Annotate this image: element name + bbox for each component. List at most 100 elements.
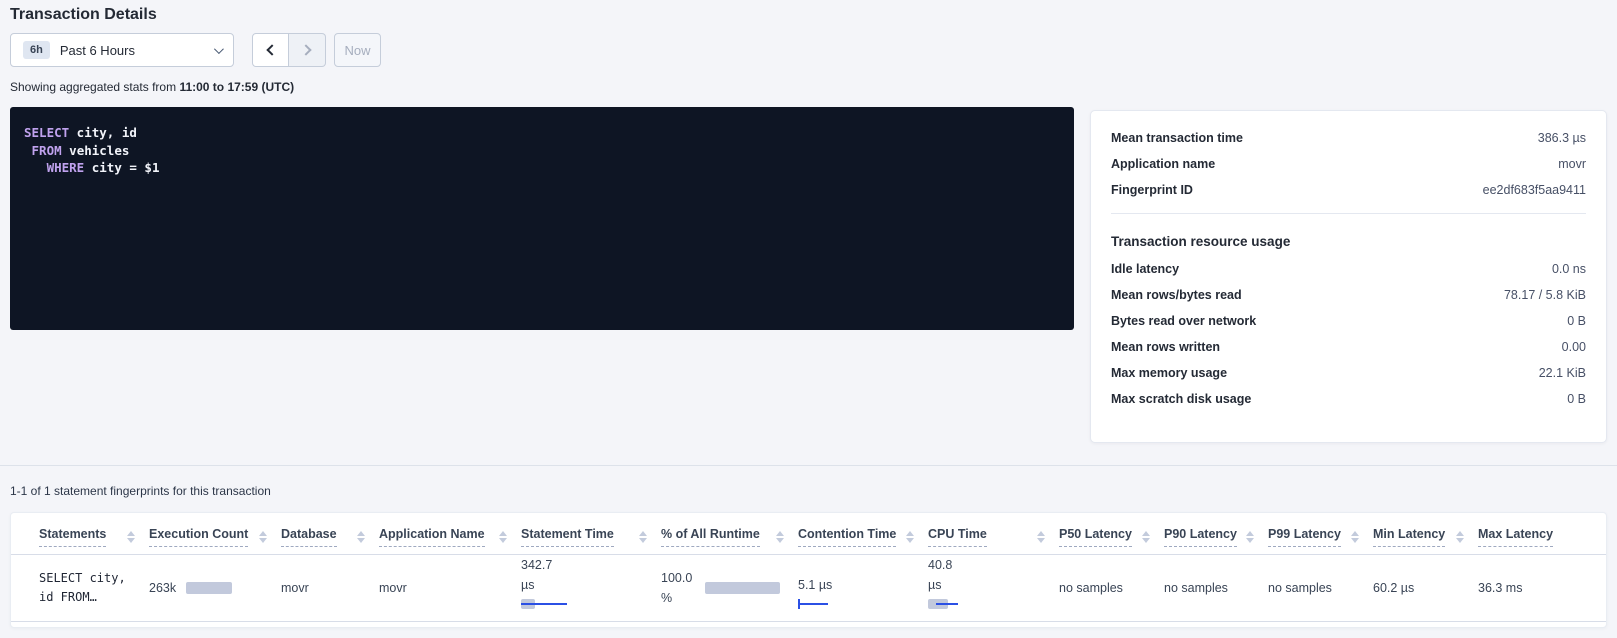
runtime-pct-unit: % [661,588,692,608]
summary-label: Application name [1111,157,1215,171]
column-header-execution-count[interactable]: Execution Count [149,513,281,554]
resource-usage-heading: Transaction resource usage [1111,226,1586,256]
column-header-label: Contention Time [798,527,896,547]
summary-row: Idle latency 0.0 ns [1111,256,1586,282]
summary-label: Mean rows written [1111,340,1220,354]
summary-value: 78.17 / 5.8 KiB [1504,288,1586,302]
section-divider [0,465,1617,466]
statement-line: SELECT city, [39,569,149,588]
sort-icon [357,531,365,543]
contention-time-cell: 5.1 µs [798,554,928,621]
sql-statement: SELECT city, id FROM vehicles WHERE city… [24,124,1060,177]
summary-label: Max memory usage [1111,366,1227,380]
sql-text: city = $1 [84,160,159,175]
time-interval-select[interactable]: 6h Past 6 Hours [10,33,234,67]
summary-label: Bytes read over network [1111,314,1256,328]
column-header-p90-latency[interactable]: P90 Latency [1164,513,1268,554]
p90-latency-cell: no samples [1164,554,1268,621]
sort-icon [259,531,267,543]
column-header-label: Execution Count [149,527,248,547]
column-header-label: P99 Latency [1268,527,1341,547]
database-cell: movr [281,554,379,621]
summary-label: Idle latency [1111,262,1179,276]
column-header-min-latency[interactable]: Min Latency [1373,513,1478,554]
column-header-application-name[interactable]: Application Name [379,513,521,554]
column-header-contention-time[interactable]: Contention Time [798,513,928,554]
column-header-runtime-pct[interactable]: % of All Runtime [661,513,798,554]
column-header-cpu-time[interactable]: CPU Time [928,513,1059,554]
column-header-p50-latency[interactable]: P50 Latency [1059,513,1164,554]
statements-count-caption: 1-1 of 1 statement fingerprints for this… [10,484,271,498]
prev-interval-button[interactable] [252,33,289,67]
min-latency-cell: 60.2 µs [1373,554,1478,621]
column-header-statements[interactable]: Statements [11,513,149,554]
column-header-label: Database [281,527,337,547]
contention-time-bar [798,598,848,610]
table-header-row: Statements Execution Count Database Appl… [11,513,1607,554]
summary-row: Mean transaction time 386.3 µs [1111,125,1586,151]
cpu-time-cell: 40.8 µs [928,554,1059,621]
summary-label: Max scratch disk usage [1111,392,1251,406]
summary-value: 386.3 µs [1538,131,1586,145]
column-header-p99-latency[interactable]: P99 Latency [1268,513,1373,554]
caption-prefix: Showing aggregated stats from [10,80,179,94]
sort-icon [127,531,135,543]
statement-link[interactable]: SELECT city, id FROM… [39,569,149,606]
statements-table-card: Statements Execution Count Database Appl… [10,512,1607,628]
statement-time-cell: 342.7 µs [521,554,661,621]
execution-count-cell: 263k [149,554,281,621]
p50-latency-cell: no samples [1059,554,1164,621]
runtime-pct-bar [705,582,780,594]
sql-keyword: SELECT [24,125,69,140]
column-header-label: Statements [39,527,106,547]
statement-time-value: 342.7 [521,555,661,575]
chevron-right-icon [300,44,311,55]
sort-icon [906,531,914,543]
column-header-max-latency[interactable]: Max Latency [1478,513,1607,554]
sort-icon [639,531,647,543]
summary-value: 22.1 KiB [1539,366,1586,380]
summary-row: Fingerprint ID ee2df683f5aa9411 [1111,177,1586,203]
p99-latency-cell: no samples [1268,554,1373,621]
summary-row: Max scratch disk usage 0 B [1111,386,1586,412]
runtime-pct-value: 100.0 [661,568,692,588]
interval-arrow-group [252,33,326,67]
sort-icon [776,531,784,543]
cpu-time-bar [928,598,978,610]
column-header-database[interactable]: Database [281,513,379,554]
summary-label: Mean rows/bytes read [1111,288,1242,302]
statement-cell: SELECT city, id FROM… [11,554,149,621]
summary-row: Application name movr [1111,151,1586,177]
summary-value: movr [1558,157,1586,171]
summary-value: 0 B [1567,314,1586,328]
summary-value: ee2df683f5aa9411 [1483,183,1586,197]
execution-count-value: 263k [149,581,176,595]
statements-table: Statements Execution Count Database Appl… [11,513,1607,622]
summary-row: Bytes read over network 0 B [1111,308,1586,334]
now-button[interactable]: Now [334,33,381,67]
cpu-time-value: 40.8 [928,555,1059,575]
summary-label: Mean transaction time [1111,131,1243,145]
column-header-statement-time[interactable]: Statement Time [521,513,661,554]
sort-icon [499,531,507,543]
column-header-label: CPU Time [928,527,987,547]
sql-indent [24,143,32,158]
sql-text: vehicles [62,143,130,158]
summary-row: Mean rows written 0.00 [1111,334,1586,360]
summary-value: 0.0 ns [1552,262,1586,276]
summary-value: 0.00 [1562,340,1586,354]
summary-divider [1111,213,1586,214]
summary-row: Max memory usage 22.1 KiB [1111,360,1586,386]
chevron-down-icon [214,44,224,54]
sql-keyword: FROM [32,143,62,158]
time-toolbar: 6h Past 6 Hours Now [10,33,381,67]
column-header-label: % of All Runtime [661,527,760,547]
statement-time-bar [521,598,571,610]
next-interval-button[interactable] [289,33,326,67]
statement-row: SELECT city, id FROM… 263k movr movr 342… [11,554,1607,621]
sql-statement-box: SELECT city, id FROM vehicles WHERE city… [10,107,1074,330]
application-name-cell: movr [379,554,521,621]
page-title: Transaction Details [10,6,157,24]
sort-icon [1456,531,1464,543]
column-header-label: P50 Latency [1059,527,1132,547]
